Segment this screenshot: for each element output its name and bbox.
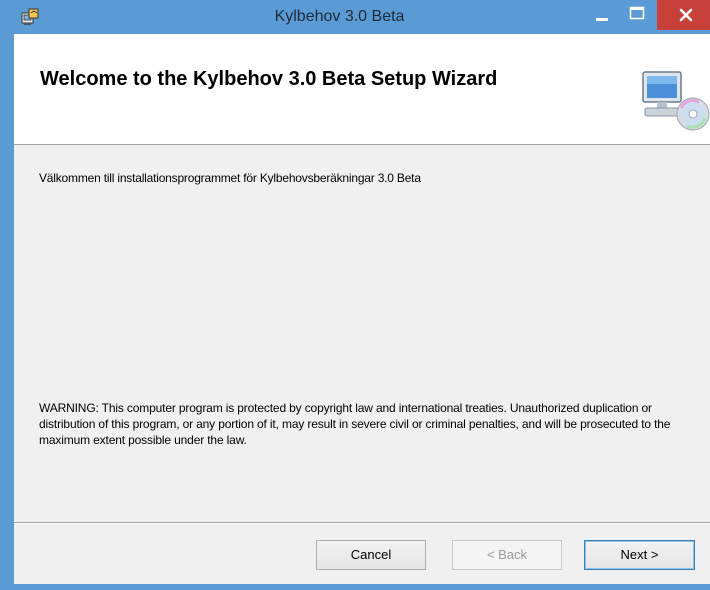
title-bar[interactable]: Kylbehov 3.0 Beta bbox=[7, 0, 710, 34]
close-button[interactable] bbox=[657, 0, 710, 30]
window-title: Kylbehov 3.0 Beta bbox=[274, 8, 405, 25]
minimize-button[interactable] bbox=[586, 0, 618, 30]
cancel-button[interactable]: Cancel bbox=[316, 540, 426, 570]
next-button[interactable]: Next > bbox=[584, 540, 695, 570]
wizard-client-area: Welcome to the Kylbehov 3.0 Beta Setup W… bbox=[14, 34, 710, 584]
button-divider bbox=[14, 522, 710, 524]
maximize-icon bbox=[629, 6, 645, 20]
welcome-text: Välkommen till installationsprogrammet f… bbox=[39, 171, 421, 185]
setup-window: Kylbehov 3.0 Beta Welcome to the Kylbeho… bbox=[0, 0, 710, 590]
wizard-heading: Welcome to the Kylbehov 3.0 Beta Setup W… bbox=[40, 68, 498, 90]
wizard-banner: Welcome to the Kylbehov 3.0 Beta Setup W… bbox=[14, 34, 710, 145]
copyright-warning: WARNING: This computer program is protec… bbox=[39, 401, 671, 447]
back-button[interactable]: < Back bbox=[452, 540, 562, 570]
close-icon bbox=[679, 8, 693, 22]
maximize-button[interactable] bbox=[621, 0, 653, 30]
computer-cd-icon bbox=[642, 71, 710, 131]
minimize-icon bbox=[596, 18, 608, 21]
